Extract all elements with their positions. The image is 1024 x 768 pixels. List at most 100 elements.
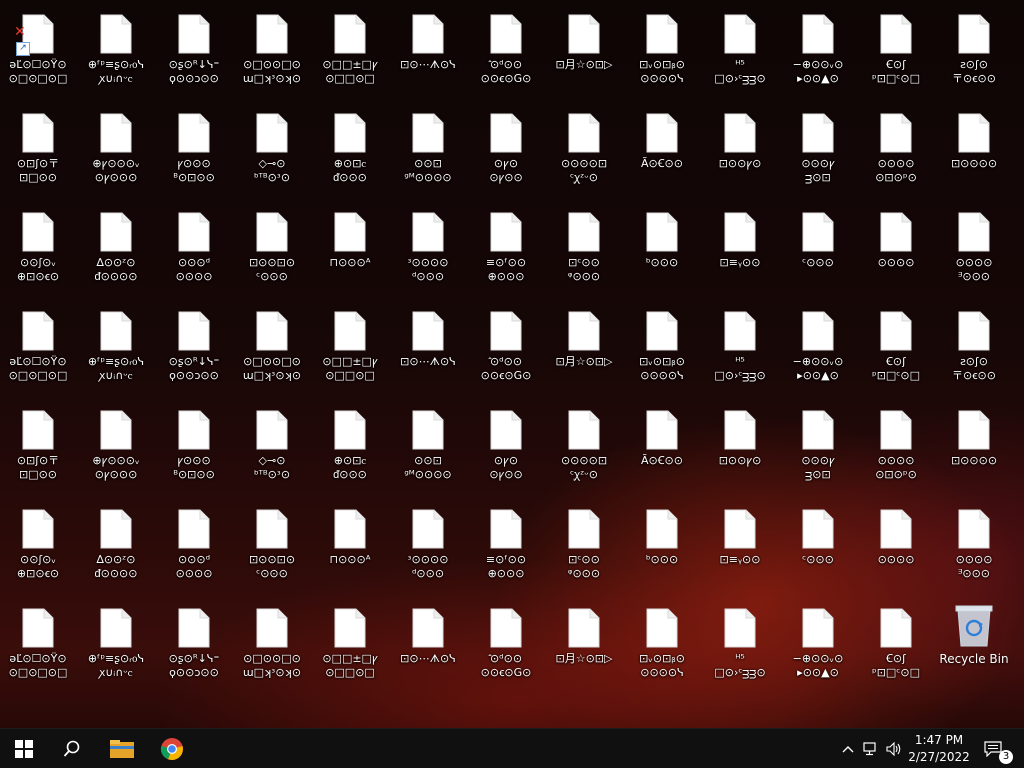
desktop-file-icon[interactable]: ǝĽ⊙☐⊙Ÿ⊙ ⊙□⊙□⊙□ [0, 301, 76, 397]
desktop-file-icon[interactable]: ⊡≡ᵧ⊙⊙ [702, 499, 778, 595]
desktop-file-icon[interactable]: ⊡≡ᵧ⊙⊙ [702, 202, 778, 298]
desktop-file-icon[interactable]: ⊙ʂ⊙ᴿ↓ᓭ⁼ ϙ⊙⊙ɔ⊙⊙ [156, 598, 232, 694]
desktop-file-icon[interactable]: ◇⊸⊙ ᵇᵀᴮ⊙ᶟ⊙ [234, 400, 310, 496]
desktop-file-icon[interactable]: ⊡月☆⊙⊡▷ [546, 301, 622, 397]
desktop-file-icon[interactable]: ⊙□⊙⊙□⊙ ɯ□ʞᶟ⊙ʞ⊙ [234, 301, 310, 397]
desktop-file-icon[interactable]: ⊕ᶠᵖ≡ʂ⊙ᵣ᧐ᓭ ꭗ∪ᵢ∩ᵕⲥ [78, 301, 154, 397]
desktop-file-icon[interactable]: ꝩ⊙⊙⊙ ᴮ⊙⊡⊙⊙ [156, 400, 232, 496]
recycle-bin-icon[interactable]: Recycle Bin [936, 598, 1012, 694]
desktop-file-icon[interactable]: ⊡月☆⊙⊡▷ [546, 4, 622, 100]
show-hidden-icons-button[interactable] [838, 729, 858, 768]
desktop-file-icon[interactable]: ⊙⊙ʃ⊙ᵥ ⊕⊡⊙ꞓ⊙ [0, 202, 76, 298]
desktop-file-icon[interactable]: ◇⊸⊙ ᵇᵀᴮ⊙ᶟ⊙ [234, 103, 310, 199]
action-center-button[interactable]: 3 [978, 729, 1018, 768]
file-label: −⊕⊙⊙ᵥ⊙ ▸⊙⊙▲⊙ [780, 58, 856, 86]
desktop-file-icon[interactable]: ꙅ⊙ʃ⊙ 〒⊙ꞓ⊙⊙ [936, 4, 1012, 100]
desktop-file-icon[interactable]: ꙅ⊙ʃ⊙ 〒⊙ꞓ⊙⊙ [936, 301, 1012, 397]
desktop-file-icon[interactable]: ⊡ᵥ⊙⊡ᵦ⊙ ⊙⊙⊙⊙ᓭ [624, 301, 700, 397]
desktop-file-icon[interactable]: ⊙⊙⊙ꝩ ᴟ⊙⊡ [780, 103, 856, 199]
desktop-file-icon[interactable]: ⊙□□±□ꝩ ⊙□□⊙□ [312, 598, 388, 694]
desktop-file-icon[interactable]: ⊡ᵥ⊙⊡ᵦ⊙ ⊙⊙⊙⊙ᓭ [624, 4, 700, 100]
desktop-file-icon[interactable]: −⊕⊙⊙ᵥ⊙ ▸⊙⊙▲⊙ [780, 301, 856, 397]
desktop-file-icon[interactable]: ⊙⊙⊙ꝩ ᴟ⊙⊡ [780, 400, 856, 496]
desktop-file-icon[interactable]: Ã⊙Ꞓ⊙⊙ [624, 103, 700, 199]
desktop-file-icon[interactable]: ✕ ↗ ǝĽ⊙☐⊙Ÿ⊙ ⊙□⊙□⊙□ [0, 4, 76, 100]
desktop-file-icon[interactable]: ⊕⊙⊡ⲥ ᵭ⊙⊙⊙ [312, 103, 388, 199]
desktop-file-icon[interactable]: ꜙ⊙ᵈ⊙⊙ ⊙⊙ꞓ⊙G⊙ [468, 301, 544, 397]
desktop-file-icon[interactable]: ⊡月☆⊙⊡▷ [546, 598, 622, 694]
desktop-file-icon[interactable]: ⊓⊙⊙⊙ᴬ [312, 499, 388, 595]
desktop-file-icon[interactable]: ⊙⊙⊙⊙ ⊙⊡⊙ᵖ⊙ [858, 103, 934, 199]
desktop-file-icon[interactable]: ⊙⊙⊙⊙⊡ ᶜꭕᶻᵕ⊙ [546, 103, 622, 199]
desktop-file-icon[interactable]: ⊙□□±□ꝩ ⊙□□⊙□ [312, 4, 388, 100]
desktop-file-icon[interactable]: ⊙⊙⊙⊙ ⊙⊡⊙ᵖ⊙ [858, 400, 934, 496]
desktop-file-icon[interactable]: Ꞓ⊙ʃ ᵖ⊡□ᶜ⊙□ [858, 301, 934, 397]
desktop-file-icon[interactable]: ǝĽ⊙☐⊙Ÿ⊙ ⊙□⊙□⊙□ [0, 598, 76, 694]
desktop-file-icon[interactable]: ᴴ⁵ □⊙›ᶜᴟᴟ⊙ [702, 301, 778, 397]
desktop-file-icon[interactable]: ∆⊙⊙ᶻ⊙ ᵭ⊙⊙⊙⊙ [78, 499, 154, 595]
desktop-file-icon[interactable]: ᶜ⊙⊙⊙ [780, 202, 856, 298]
desktop-file-icon[interactable]: ⊡⊙⋯ᗑ⊙ᓭ [390, 598, 466, 694]
desktop-file-icon[interactable]: ⊙⊙⊙⊙ [858, 202, 934, 298]
desktop-file-icon[interactable]: ⊙ꝩ⊙ ⊙ꝩ⊙⊙ [468, 103, 544, 199]
desktop-file-icon[interactable]: ⊡ᵥ⊙⊡ᵦ⊙ ⊙⊙⊙⊙ᓭ [624, 598, 700, 694]
desktop-file-icon[interactable]: ⊓⊙⊙⊙ᴬ [312, 202, 388, 298]
desktop-file-icon[interactable]: ⊕ꝩ⊙⊙⊙ᵥ ⊙ꝩ⊙⊙⊙ [78, 103, 154, 199]
desktop-file-icon[interactable]: ≡⊙ᶠ⊙⊙ ⊕⊙⊙⊙ [468, 202, 544, 298]
desktop-file-icon[interactable]: −⊕⊙⊙ᵥ⊙ ▸⊙⊙▲⊙ [780, 598, 856, 694]
desktop-file-icon[interactable]: ⊙⊡ʃ⊙〒 ⊡□⊙⊙ [0, 400, 76, 496]
desktop-file-icon[interactable]: ⊡⊙⊙⊙⊙ [936, 103, 1012, 199]
clock[interactable]: 1:47 PM 2/27/2022 [900, 732, 978, 768]
desktop-file-icon[interactable]: ⊙⊙ʃ⊙ᵥ ⊕⊡⊙ꞓ⊙ [0, 499, 76, 595]
desktop-file-icon[interactable]: Ꞓ⊙ʃ ᵖ⊡□ᶜ⊙□ [858, 598, 934, 694]
desktop-file-icon[interactable]: −⊕⊙⊙ᵥ⊙ ▸⊙⊙▲⊙ [780, 4, 856, 100]
desktop-file-icon[interactable]: ꜙ⊙ᵈ⊙⊙ ⊙⊙ꞓ⊙G⊙ [468, 598, 544, 694]
desktop-file-icon[interactable]: ⊙ʂ⊙ᴿ↓ᓭ⁼ ϙ⊙⊙ɔ⊙⊙ [156, 301, 232, 397]
desktop-file-icon[interactable]: ꝩ⊙⊙⊙ ᴮ⊙⊡⊙⊙ [156, 103, 232, 199]
desktop-file-icon[interactable]: ᴴ⁵ □⊙›ᶜᴟᴟ⊙ [702, 598, 778, 694]
desktop-file-icon[interactable]: ⊕⊙⊡ⲥ ᵭ⊙⊙⊙ [312, 400, 388, 496]
desktop-file-icon[interactable]: ⊡⊙⋯ᗑ⊙ᓭ [390, 4, 466, 100]
desktop-file-icon[interactable]: ⊡ᶜ⊙⊙ ᵠ⊙⊙⊙ [546, 202, 622, 298]
desktop-file-icon[interactable]: ⊡⊙⊙⊡⊙ ᶜ⊙⊙⊙ [234, 202, 310, 298]
desktop-file-icon[interactable]: ᵇ⊙⊙⊙ [624, 202, 700, 298]
desktop-file-icon[interactable]: ∆⊙⊙ᶻ⊙ ᵭ⊙⊙⊙⊙ [78, 202, 154, 298]
desktop-file-icon[interactable]: ⊙ꝩ⊙ ⊙ꝩ⊙⊙ [468, 400, 544, 496]
desktop-file-icon[interactable]: ⊡⊙⋯ᗑ⊙ᓭ [390, 301, 466, 397]
desktop-file-icon[interactable]: ⊙□⊙⊙□⊙ ɯ□ʞᶟ⊙ʞ⊙ [234, 4, 310, 100]
desktop-file-icon[interactable]: ⊙⊙⊙ᵈ ⊙⊙⊙⊙ [156, 499, 232, 595]
desktop-file-icon[interactable]: ⊙⊙⊙⊙ [858, 499, 934, 595]
desktop-file-icon[interactable]: ⊡⊙⊙⊡⊙ ᶜ⊙⊙⊙ [234, 499, 310, 595]
desktop-file-icon[interactable]: ᴴ⁵ □⊙›ᶜᴟᴟ⊙ [702, 4, 778, 100]
desktop-file-icon[interactable]: ⊙⊙⊡ ᵍᴹ⊙⊙⊙⊙ [390, 400, 466, 496]
desktop-file-icon[interactable]: ⊡ᶜ⊙⊙ ᵠ⊙⊙⊙ [546, 499, 622, 595]
desktop-file-icon[interactable]: ⊙⊙⊙⊙ ᴲ⊙⊙⊙ [936, 499, 1012, 595]
desktop-file-icon[interactable]: Ã⊙Ꞓ⊙⊙ [624, 400, 700, 496]
desktop-file-icon[interactable]: ⊕ᶠᵖ≡ʂ⊙ᵣ᧐ᓭ ꭗ∪ᵢ∩ᵕⲥ [78, 598, 154, 694]
start-button[interactable] [0, 729, 48, 768]
desktop-file-icon[interactable]: ⊕ꝩ⊙⊙⊙ᵥ ⊙ꝩ⊙⊙⊙ [78, 400, 154, 496]
network-button[interactable] [860, 729, 882, 768]
desktop-file-icon[interactable]: ⊙□⊙⊙□⊙ ɯ□ʞᶟ⊙ʞ⊙ [234, 598, 310, 694]
file-explorer-button[interactable] [98, 729, 146, 768]
desktop-file-icon[interactable]: ⊙□□±□ꝩ ⊙□□⊙□ [312, 301, 388, 397]
desktop-file-icon[interactable]: ᵇ⊙⊙⊙ [624, 499, 700, 595]
desktop-file-icon[interactable]: ⊙⊡ʃ⊙〒 ⊡□⊙⊙ [0, 103, 76, 199]
desktop-file-icon[interactable]: ᶜ⊙⊙⊙ [780, 499, 856, 595]
desktop-file-icon[interactable]: ᶟ⊙⊙⊙⊙ ᵈ⊙⊙⊙ [390, 202, 466, 298]
search-button[interactable] [48, 729, 96, 768]
desktop-file-icon[interactable]: ⊡⊙⊙ꝩ⊙ [702, 103, 778, 199]
desktop-file-icon[interactable]: ꜙ⊙ᵈ⊙⊙ ⊙⊙ꞓ⊙G⊙ [468, 4, 544, 100]
desktop-file-icon[interactable]: ⊙⊙⊙⊙ ᴲ⊙⊙⊙ [936, 202, 1012, 298]
desktop-file-icon[interactable]: ⊕ᶠᵖ≡ʂ⊙ᵣ᧐ᓭ ꭗ∪ᵢ∩ᵕⲥ [78, 4, 154, 100]
desktop-file-icon[interactable]: ⊡⊙⊙ꝩ⊙ [702, 400, 778, 496]
desktop-file-icon[interactable]: ⊙⊙⊙⊙⊡ ᶜꭕᶻᵕ⊙ [546, 400, 622, 496]
chrome-button[interactable] [148, 729, 196, 768]
desktop-file-icon[interactable]: ⊡⊙⊙⊙⊙ [936, 400, 1012, 496]
desktop-file-icon[interactable]: Ꞓ⊙ʃ ᵖ⊡□ᶜ⊙□ [858, 4, 934, 100]
desktop-file-icon[interactable]: ᶟ⊙⊙⊙⊙ ᵈ⊙⊙⊙ [390, 499, 466, 595]
desktop-file-icon[interactable]: ⊙⊙⊙ᵈ ⊙⊙⊙⊙ [156, 202, 232, 298]
desktop-file-icon[interactable]: ⊙⊙⊡ ᵍᴹ⊙⊙⊙⊙ [390, 103, 466, 199]
desktop-file-icon[interactable]: ⊙ʂ⊙ᴿ↓ᓭ⁼ ϙ⊙⊙ɔ⊙⊙ [156, 4, 232, 100]
desktop-file-icon[interactable]: ≡⊙ᶠ⊙⊙ ⊕⊙⊙⊙ [468, 499, 544, 595]
